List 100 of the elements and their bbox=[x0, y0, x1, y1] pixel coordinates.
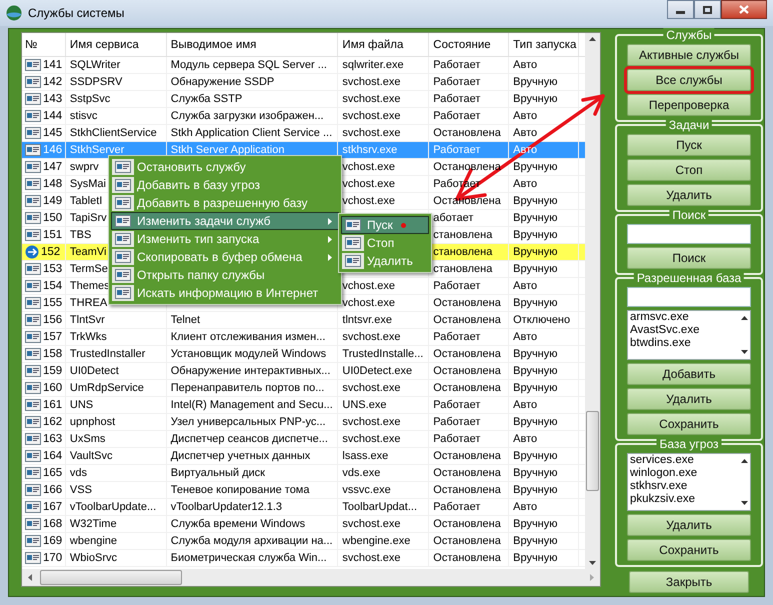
panel-button[interactable]: Активные службы bbox=[627, 44, 751, 66]
table-row[interactable]: 156 TlntSvr Telnet tlntsvr.exe Остановлена Отключено bbox=[22, 312, 585, 329]
table-row[interactable]: 159 UI0Detect Обнаружение интерактивных... UI0Detect.exe Остановлена Вручную bbox=[22, 363, 585, 380]
panel-button[interactable]: Добавить bbox=[627, 363, 751, 385]
table-cell: TabletI bbox=[70, 195, 102, 207]
vertical-scrollbar[interactable] bbox=[585, 33, 600, 569]
horizontal-scrollbar[interactable] bbox=[22, 569, 600, 586]
menu-item-label: Добавить в разрешенную базу bbox=[137, 196, 309, 210]
table-cell: Остановлена bbox=[433, 518, 501, 530]
table-row[interactable]: 160 UmRdpService Перенаправитель портов по... svchost.exe Остановлена Вручную bbox=[22, 380, 585, 397]
table-row[interactable]: 169 wbengine Служба модуля архивации на... wbengine.exe Остановлена Вручную bbox=[22, 533, 585, 550]
table-row[interactable]: 170 WbioSrvc Биометрическая служба Win... svchost.exe Остановлена Вручную bbox=[22, 550, 585, 567]
table-cell: Биометрическая служба Win... bbox=[170, 552, 327, 564]
table-row[interactable]: 163 UxSms Диспетчер сеансов диспетче... svchost.exe Работает Авто bbox=[22, 431, 585, 448]
window-icon bbox=[25, 433, 41, 445]
table-row[interactable]: 168 W32Time Служба времени Windows svchost.exe Остановлена Вручную bbox=[22, 516, 585, 533]
close-button[interactable]: Закрыть bbox=[629, 571, 749, 593]
table-cell: 165 bbox=[43, 467, 62, 479]
table-row[interactable]: 162 upnphost Узел универсальных PNP-ус... svchost.exe Работает Вручную bbox=[22, 414, 585, 431]
table-cell: 169 bbox=[43, 535, 62, 547]
table-row[interactable]: 143 SstpSvc Служба SSTP svchost.exe Работает Вручную bbox=[22, 91, 585, 108]
window-icon bbox=[115, 197, 131, 209]
text-field[interactable] bbox=[627, 224, 751, 244]
column-header[interactable]: Имя сервиса bbox=[66, 33, 167, 56]
window-icon bbox=[115, 269, 131, 281]
table-cell: vchost.exe bbox=[342, 280, 396, 292]
list-item[interactable]: btwdins.exe bbox=[630, 337, 738, 350]
list-box[interactable]: armsvc.exe AvastSvc.exe btwdins.exe bbox=[627, 310, 751, 360]
table-cell: TermSe bbox=[70, 263, 108, 275]
list-box[interactable]: services.exe winlogon.exe stkhsrv.exe pkukzsiv.exe bbox=[627, 453, 751, 511]
table-cell: Вручную bbox=[513, 450, 558, 462]
table-cell: 151 bbox=[43, 229, 62, 241]
table-cell: 149 bbox=[43, 195, 62, 207]
table-cell: Остановлена bbox=[433, 297, 501, 309]
column-header[interactable]: № bbox=[22, 33, 66, 56]
table-row[interactable]: 142 SSDPSRV Обнаружение SSDP svchost.exe Работает Вручную bbox=[22, 74, 585, 91]
panel-button[interactable]: Удалить bbox=[627, 388, 751, 410]
window-icon bbox=[115, 251, 131, 263]
panel-button[interactable]: Удалить bbox=[627, 514, 751, 536]
window-icon bbox=[115, 287, 131, 299]
table-cell: vchost.exe bbox=[342, 178, 396, 190]
panel-button[interactable]: Стоп bbox=[627, 159, 751, 181]
menu-item-label: Изменить задачи служб bbox=[137, 214, 272, 228]
scroll-thumb[interactable] bbox=[586, 411, 599, 491]
table-row[interactable]: 166 VSS Теневое копирование тома vssvc.exe Остановлена Вручную bbox=[22, 482, 585, 499]
text-field[interactable] bbox=[627, 287, 751, 307]
panel-button[interactable]: Сохранить bbox=[627, 539, 751, 561]
panel-button[interactable]: Перепроверка bbox=[627, 94, 751, 116]
table-cell: Служба SSTP bbox=[170, 93, 242, 105]
list-item[interactable]: stkhsrv.exe bbox=[630, 480, 738, 493]
list-item[interactable]: winlogon.exe bbox=[630, 467, 738, 480]
table-cell: UxSms bbox=[70, 433, 106, 445]
column-header[interactable]: Состояние bbox=[429, 33, 510, 56]
group-title: Службы bbox=[663, 28, 715, 42]
table-cell: 166 bbox=[43, 484, 62, 496]
panel-button[interactable]: Все службы bbox=[627, 69, 751, 91]
cursor-dot-icon bbox=[400, 222, 406, 228]
panel-button[interactable]: Пуск bbox=[627, 134, 751, 156]
list-item[interactable]: AvastSvc.exe bbox=[630, 324, 738, 337]
window-icon bbox=[25, 365, 41, 377]
table-cell: Вручную bbox=[513, 518, 558, 530]
table-cell: THREA bbox=[70, 297, 108, 309]
table-cell: TrkWks bbox=[70, 331, 107, 343]
table-row[interactable]: 164 VaultSvc Диспетчер учетных данных lsass.exe Остановлена Вручную bbox=[22, 448, 585, 465]
menu-item[interactable]: Изменить задачи служб bbox=[111, 212, 339, 230]
table-cell: 167 bbox=[43, 501, 62, 513]
table-row[interactable]: 144 stisvc Служба загрузки изображен... svchost.exe Работает Авто bbox=[22, 108, 585, 125]
table-cell: 148 bbox=[43, 178, 62, 190]
panel-button[interactable]: Удалить bbox=[627, 184, 751, 206]
table-row[interactable]: 165 vds Виртуальный диск vds.exe Остановлена Вручную bbox=[22, 465, 585, 482]
table-row[interactable]: 161 UNS Intel(R) Management and Secu... UNS.exe Работает Авто bbox=[22, 397, 585, 414]
table-cell: Остановлена bbox=[433, 535, 501, 547]
up-arrow-icon bbox=[740, 459, 748, 463]
panel-button[interactable]: Сохранить bbox=[627, 413, 751, 435]
table-cell: svchost.exe bbox=[342, 93, 401, 105]
group-title: Поиск bbox=[669, 208, 709, 222]
menu-item-label: Стоп bbox=[367, 236, 394, 250]
table-row[interactable]: 141 SQLWriter Модуль сервера SQL Server ... sqlwriter.exe Работает Авто bbox=[22, 57, 585, 74]
list-item[interactable]: pkukzsiv.exe bbox=[630, 493, 738, 506]
close-button[interactable] bbox=[721, 0, 767, 19]
menu-item[interactable]: Пуск bbox=[341, 216, 429, 234]
down-arrow-icon bbox=[740, 501, 748, 505]
list-item[interactable]: armsvc.exe bbox=[630, 311, 738, 324]
column-header[interactable]: Тип запуска bbox=[509, 33, 579, 56]
scroll-thumb[interactable] bbox=[40, 570, 182, 585]
window-icon bbox=[115, 179, 131, 191]
minimize-button[interactable] bbox=[667, 0, 694, 19]
table-cell: 159 bbox=[43, 365, 62, 377]
list-item[interactable]: services.exe bbox=[630, 454, 738, 467]
table-row[interactable]: 167 vToolbarUpdate... vToolbarUpdater12.1.3 ToolbarUpdat... Работает Авто bbox=[22, 499, 585, 516]
maximize-button[interactable] bbox=[694, 0, 721, 19]
window-icon bbox=[25, 280, 41, 292]
column-header[interactable]: Имя файла bbox=[338, 33, 430, 56]
table-cell: Авто bbox=[513, 59, 538, 71]
column-header[interactable]: Выводимое имя bbox=[166, 33, 338, 56]
panel-button[interactable]: Поиск bbox=[627, 247, 751, 269]
table-row[interactable]: 158 TrustedInstaller Установщик модулей Windows TrustedInstalle... Остановлена Вручную bbox=[22, 346, 585, 363]
table-row[interactable]: 157 TrkWks Клиент отслеживания измен... svchost.exe Работает Авто bbox=[22, 329, 585, 346]
window-icon bbox=[25, 552, 41, 564]
table-cell: vToolbarUpdate... bbox=[70, 501, 156, 513]
